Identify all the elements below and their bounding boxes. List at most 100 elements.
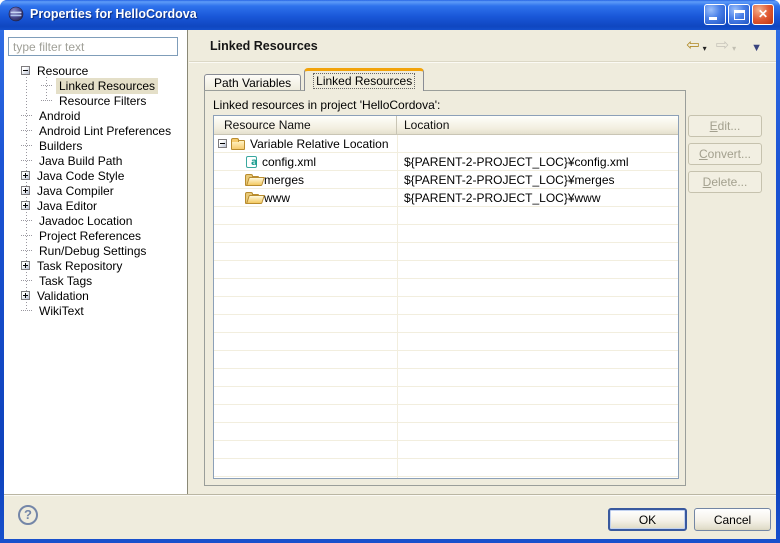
table-row[interactable]: merges ${PARENT-2-PROJECT_LOC}¥merges [214, 171, 678, 189]
sidebar-tree-item[interactable]: Project References [4, 228, 186, 243]
column-header-resource-name[interactable]: Resource Name [214, 116, 397, 134]
sidebar-tree-item[interactable]: Java Editor [4, 198, 186, 213]
sidebar-tree-item[interactable]: Resource Filters [4, 93, 186, 108]
tree-connector [21, 115, 32, 116]
folder-closed-icon [231, 140, 245, 150]
location-cell: ${PARENT-2-PROJECT_LOC}¥merges [397, 171, 678, 188]
tree-expand-icon[interactable] [21, 186, 30, 195]
sidebar-item-label[interactable]: Builders [36, 138, 85, 154]
column-header-location[interactable]: Location [397, 116, 678, 134]
sidebar-item-label[interactable]: Run/Debug Settings [36, 243, 149, 259]
back-icon[interactable]: ⇦ [686, 36, 699, 56]
convert-button[interactable]: Convert... [688, 143, 762, 165]
close-button[interactable]: ✕ [752, 4, 774, 25]
tab-label: Linked Resources [314, 74, 414, 88]
view-menu-icon[interactable]: ▼ [751, 42, 762, 54]
sidebar-tree-item[interactable]: Validation [4, 288, 186, 303]
sidebar-tree-item[interactable]: Run/Debug Settings [4, 243, 186, 258]
minimize-icon [709, 17, 717, 20]
empty-rows-area [214, 207, 678, 478]
table-row[interactable]: config.xml ${PARENT-2-PROJECT_LOC}¥confi… [214, 153, 678, 171]
sidebar-item-label[interactable]: Android [36, 108, 83, 124]
sidebar-item-label[interactable]: Project References [36, 228, 144, 244]
page-header: Linked Resources ⇦ ▾ ⇨ ▾ ▼ [189, 30, 776, 62]
tree-connector [21, 145, 32, 146]
tree-expand-icon[interactable] [21, 171, 30, 180]
tree-expand-icon[interactable] [21, 66, 30, 75]
sidebar-tree: Resource Linked Resources Resource Filte… [4, 63, 186, 494]
maximize-button[interactable] [728, 4, 750, 25]
window-title: Properties for HelloCordova [30, 7, 704, 21]
sidebar-tree-item[interactable]: Javadoc Location [4, 213, 186, 228]
sidebar-tree-item[interactable]: Task Repository [4, 258, 186, 273]
tab-label: Path Variables [214, 76, 291, 90]
location-cell: ${PARENT-2-PROJECT_LOC}¥config.xml [397, 153, 678, 170]
eclipse-logo-icon [8, 6, 24, 22]
edit-button[interactable]: Edit... [688, 115, 762, 137]
sidebar-tree-item[interactable]: Resource [4, 63, 186, 78]
sidebar-item-label[interactable]: Linked Resources [56, 78, 158, 94]
help-button[interactable]: ? [18, 505, 38, 525]
sidebar-item-label[interactable]: Java Code Style [34, 168, 127, 184]
tree-expand-icon[interactable] [21, 261, 30, 270]
forward-dropdown-icon: ▾ [732, 44, 736, 53]
resource-name-cell: www [214, 189, 397, 206]
sidebar-tree-item[interactable]: Task Tags [4, 273, 186, 288]
tree-expand-icon[interactable] [21, 291, 30, 300]
sidebar-item-label[interactable]: WikiText [36, 303, 87, 319]
sidebar-item-label[interactable]: Java Build Path [36, 153, 125, 169]
row-expand-icon[interactable] [218, 139, 227, 148]
sidebar-tree-item[interactable]: Java Build Path [4, 153, 186, 168]
sidebar-item-label[interactable]: Task Repository [34, 258, 125, 274]
sidebar-item-label[interactable]: Javadoc Location [36, 213, 135, 229]
tab-path-variables[interactable]: Path Variables [204, 74, 301, 90]
tree-connector [21, 220, 32, 221]
table-action-buttons: Edit... Convert... Delete... [688, 115, 762, 193]
dialog-body: Resource Linked Resources Resource Filte… [4, 30, 776, 539]
tree-connector [21, 235, 32, 236]
back-dropdown-icon[interactable]: ▾ [703, 44, 707, 53]
delete-button[interactable]: Delete... [688, 171, 762, 193]
sidebar-item-label[interactable]: Resource [34, 63, 91, 79]
folder-open-icon [245, 176, 259, 186]
sidebar-tree-item[interactable]: Android [4, 108, 186, 123]
table-row[interactable]: Variable Relative Location [214, 135, 678, 153]
xml-file-icon [246, 156, 257, 168]
sidebar-tree-item[interactable]: Linked Resources [4, 78, 186, 93]
cancel-button[interactable]: Cancel [694, 508, 771, 531]
table-body: Variable Relative Location config.xml ${… [214, 135, 678, 478]
ok-button[interactable]: OK [608, 508, 687, 531]
sidebar-tree-item[interactable]: Builders [4, 138, 186, 153]
sidebar-item-label[interactable]: Java Editor [34, 198, 100, 214]
resource-name: Variable Relative Location [250, 137, 389, 151]
tree-connector [41, 85, 52, 86]
page-title: Linked Resources [210, 39, 318, 53]
table-row[interactable]: www ${PARENT-2-PROJECT_LOC}¥www [214, 189, 678, 207]
properties-dialog: Properties for HelloCordova ✕ Resource L… [0, 0, 780, 543]
resource-name: www [264, 191, 290, 205]
table-header: Resource Name Location [214, 116, 678, 135]
tree-connector [21, 250, 32, 251]
titlebar[interactable]: Properties for HelloCordova ✕ [0, 0, 780, 30]
tree-connector [21, 310, 32, 311]
tab-linked-resources[interactable]: Linked Resources [304, 68, 424, 91]
tab-bar: Path Variables Linked Resources [204, 68, 427, 91]
sidebar-tree-item[interactable]: WikiText [4, 303, 186, 318]
linked-resources-table[interactable]: Resource Name Location Variable Relative… [213, 115, 679, 479]
sidebar-tree-item[interactable]: Java Compiler [4, 183, 186, 198]
sidebar-tree-item[interactable]: Java Code Style [4, 168, 186, 183]
sidebar-item-label[interactable]: Android Lint Preferences [36, 123, 174, 139]
tree-expand-icon[interactable] [21, 201, 30, 210]
forward-icon: ⇨ [716, 36, 729, 56]
tree-connector [21, 280, 32, 281]
close-icon: ✕ [753, 5, 773, 24]
sidebar-item-label[interactable]: Validation [34, 288, 92, 304]
sidebar-item-label[interactable]: Task Tags [36, 273, 95, 289]
sidebar-item-label[interactable]: Java Compiler [34, 183, 117, 199]
minimize-button[interactable] [704, 4, 726, 25]
tree-connector [21, 130, 32, 131]
sidebar-item-label[interactable]: Resource Filters [56, 93, 149, 109]
location-cell [397, 135, 678, 152]
sidebar-tree-item[interactable]: Android Lint Preferences [4, 123, 186, 138]
filter-input[interactable] [8, 37, 178, 56]
